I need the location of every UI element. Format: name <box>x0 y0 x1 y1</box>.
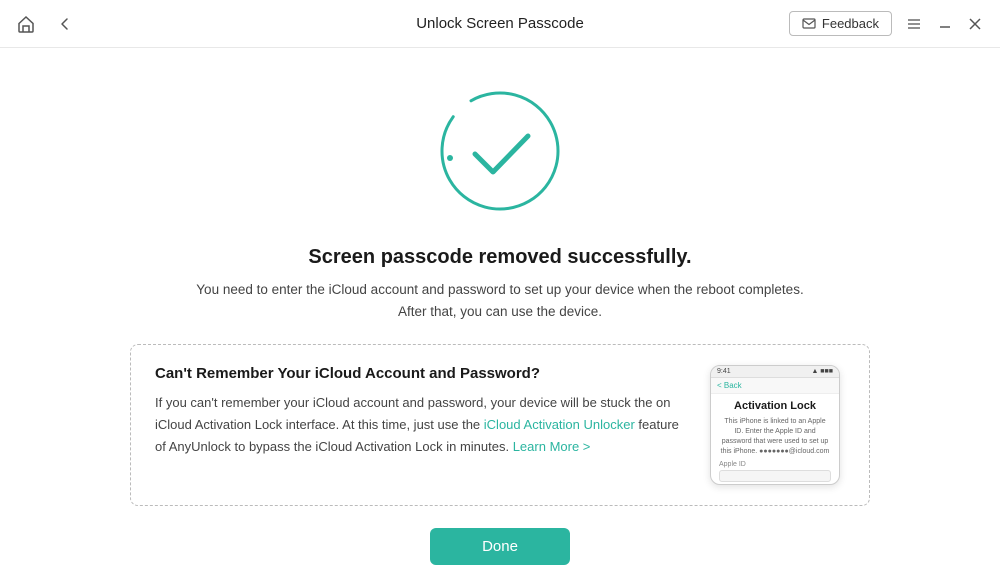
info-box-description: If you can't remember your iCloud accoun… <box>155 392 685 458</box>
phone-time: 9:41 <box>717 368 731 375</box>
feedback-label: Feedback <box>822 16 879 31</box>
info-box-title: Can't Remember Your iCloud Account and P… <box>155 365 685 382</box>
main-content: Screen passcode removed successfully. Yo… <box>0 48 1000 565</box>
info-box: Can't Remember Your iCloud Account and P… <box>130 344 870 506</box>
info-box-text: Can't Remember Your iCloud Account and P… <box>155 365 685 485</box>
home-button[interactable] <box>12 10 40 38</box>
menu-button[interactable] <box>900 15 928 33</box>
phone-field-label: Apple ID <box>719 461 831 468</box>
phone-nav-bar: < Back <box>711 378 839 394</box>
titlebar: Unlock Screen Passcode Feedback <box>0 0 1000 48</box>
phone-field <box>719 470 831 482</box>
window-controls <box>900 15 988 33</box>
phone-body-text: This iPhone is linked to an Apple ID. En… <box>719 417 831 456</box>
success-circle <box>425 76 575 226</box>
phone-signal: ▲ ■■■ <box>811 368 833 375</box>
learn-more-link[interactable]: Learn More > <box>513 439 591 454</box>
phone-back-nav: < Back <box>717 381 742 390</box>
titlebar-left <box>12 10 78 38</box>
phone-screen-title: Activation Lock <box>719 400 831 412</box>
back-button[interactable] <box>52 11 78 37</box>
phone-mockup: 9:41 ▲ ■■■ < Back Activation Lock This i… <box>710 365 840 485</box>
page-title: Unlock Screen Passcode <box>416 15 584 32</box>
done-button[interactable]: Done <box>430 528 570 565</box>
close-button[interactable] <box>962 15 988 33</box>
minimize-button[interactable] <box>932 15 958 33</box>
feedback-button[interactable]: Feedback <box>789 11 892 36</box>
icloud-activation-unlocker-link[interactable]: iCloud Activation Unlocker <box>484 417 635 432</box>
phone-content: Activation Lock This iPhone is linked to… <box>711 394 839 485</box>
titlebar-right: Feedback <box>789 11 988 36</box>
phone-status-bar: 9:41 ▲ ■■■ <box>711 366 839 378</box>
success-description: You need to enter the iCloud account and… <box>190 279 810 322</box>
info-box-image: 9:41 ▲ ■■■ < Back Activation Lock This i… <box>705 365 845 485</box>
success-title: Screen passcode removed successfully. <box>308 246 691 269</box>
